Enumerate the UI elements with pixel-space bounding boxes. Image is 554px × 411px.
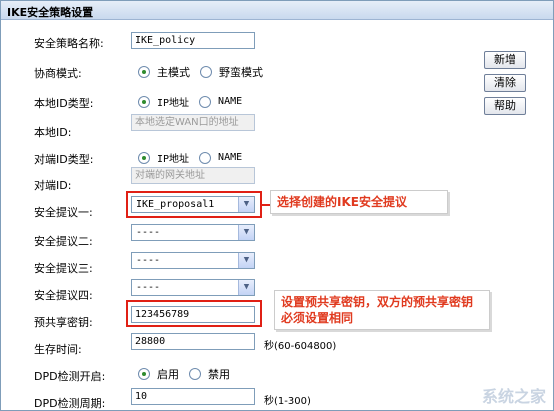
- proposal4-select[interactable]: ---- ▼: [131, 279, 255, 296]
- local-id-type-group: IP地址 NAME: [138, 94, 252, 109]
- local-id-type-ip[interactable]: IP地址: [138, 94, 189, 109]
- remote-id-type-label: 对端ID类型:: [34, 153, 94, 166]
- psk-label: 预共享密钥:: [34, 316, 93, 329]
- clear-button[interactable]: 清除: [484, 74, 526, 92]
- radio-unselected-icon[interactable]: [199, 151, 212, 164]
- lifetime-input[interactable]: 28800: [131, 333, 255, 350]
- lifetime-unit: 秒(60-604800): [264, 341, 337, 352]
- radio-unselected-icon[interactable]: [189, 368, 201, 380]
- remote-id-label: 对端ID:: [34, 179, 72, 192]
- proposal3-value: ----: [136, 255, 161, 266]
- negotiation-mode-label: 协商模式:: [34, 67, 82, 80]
- lifetime-label: 生存时间:: [34, 343, 82, 356]
- radio-selected-icon[interactable]: [138, 66, 150, 78]
- proposal2-value: ----: [136, 227, 161, 238]
- add-button[interactable]: 新增: [484, 51, 526, 69]
- local-id-type-label: 本地ID类型:: [34, 97, 94, 110]
- proposal-callout-pointer: [262, 204, 270, 206]
- local-id-input[interactable]: 本地选定WAN口的地址: [131, 114, 255, 131]
- negotiation-mode-group: 主模式 野蛮模式: [138, 64, 273, 80]
- dpd-enable-group: 启用 禁用: [138, 366, 240, 382]
- radio-selected-icon[interactable]: [138, 151, 150, 164]
- radio-selected-icon[interactable]: [138, 368, 150, 380]
- proposal2-label: 安全提议二:: [34, 235, 93, 248]
- panel-title-bar: IKE安全策略设置: [1, 1, 553, 20]
- psk-highlight: [126, 300, 262, 327]
- policy-name-input[interactable]: IKE_policy: [131, 32, 255, 49]
- policy-name-label: 安全策略名称:: [34, 37, 104, 50]
- proposal4-label: 安全提议四:: [34, 289, 93, 302]
- local-id-label: 本地ID:: [34, 126, 72, 139]
- remote-id-type-name[interactable]: NAME: [199, 151, 242, 164]
- radio-selected-icon[interactable]: [138, 95, 150, 108]
- page-title: IKE安全策略设置: [7, 6, 94, 19]
- proposal1-highlight: [126, 191, 262, 218]
- negotiation-mode-main[interactable]: 主模式: [138, 64, 190, 80]
- proposal4-value: ----: [136, 282, 161, 293]
- dpd-enable-on[interactable]: 启用: [138, 366, 179, 382]
- proposal1-label: 安全提议一:: [34, 206, 93, 219]
- dpd-enable-off[interactable]: 禁用: [189, 366, 230, 382]
- remote-id-type-group: IP地址 NAME: [138, 150, 252, 165]
- proposal3-label: 安全提议三:: [34, 262, 93, 275]
- dpd-enable-label: DPD检测开启:: [34, 370, 106, 383]
- watermark-logo: 系统之家: [481, 387, 546, 406]
- psk-callout: 设置预共享密钥，双方的预共享密钥必须设置相同: [274, 290, 490, 330]
- dropdown-arrow-icon[interactable]: ▼: [238, 225, 254, 240]
- dpd-interval-unit: 秒(1-300): [264, 396, 311, 407]
- remote-id-type-ip[interactable]: IP地址: [138, 150, 189, 165]
- dropdown-arrow-icon[interactable]: ▼: [238, 253, 254, 268]
- dropdown-arrow-icon[interactable]: ▼: [238, 280, 254, 295]
- help-button[interactable]: 帮助: [484, 97, 526, 115]
- proposal-callout: 选择创建的IKE安全提议: [270, 190, 448, 214]
- remote-id-input[interactable]: 对端的网关地址: [131, 167, 255, 184]
- radio-unselected-icon[interactable]: [199, 95, 212, 108]
- proposal2-select[interactable]: ---- ▼: [131, 224, 255, 241]
- proposal3-select[interactable]: ---- ▼: [131, 252, 255, 269]
- local-id-type-name[interactable]: NAME: [199, 95, 242, 108]
- dpd-interval-label: DPD检测周期:: [34, 397, 106, 410]
- negotiation-mode-aggressive[interactable]: 野蛮模式: [200, 64, 263, 80]
- dpd-interval-input[interactable]: 10: [131, 388, 255, 405]
- radio-unselected-icon[interactable]: [200, 66, 212, 78]
